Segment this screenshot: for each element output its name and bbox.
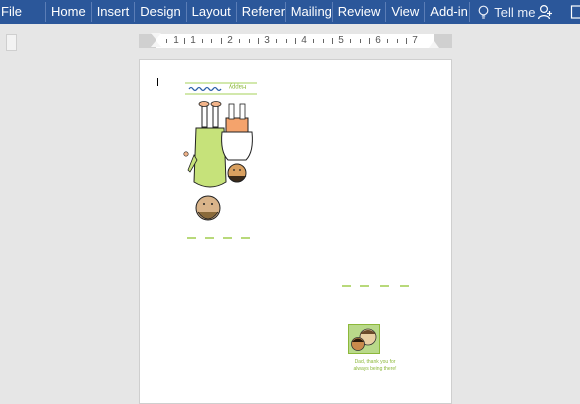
card-dash <box>205 237 214 239</box>
tab-review[interactable]: Review <box>333 0 387 24</box>
tell-me-label: Tell me <box>494 5 535 20</box>
card-dash <box>223 237 232 239</box>
ruler-tick <box>332 38 333 44</box>
card-dash <box>360 285 369 287</box>
tab-mailings[interactable]: Mailing <box>286 0 333 24</box>
card-dash <box>400 285 409 287</box>
ruler-tick <box>387 39 388 43</box>
ruler-tick <box>350 39 351 43</box>
card-dash <box>380 285 389 287</box>
card-dash <box>187 237 196 239</box>
ruler-tick <box>202 39 203 43</box>
tab-home[interactable]: Home <box>46 0 92 24</box>
ruler-tick <box>286 39 287 43</box>
ruler-tick <box>211 39 212 43</box>
tab-layout[interactable]: Layout <box>187 0 237 24</box>
ruler-tick <box>166 39 167 43</box>
share-person-icon[interactable] <box>537 0 553 24</box>
hanging-indent-marker[interactable] <box>151 41 161 47</box>
card-dash <box>342 285 351 287</box>
first-line-indent-marker[interactable] <box>151 33 161 39</box>
ribbon-tab-bar: File Home Insert Design Layout Referer M… <box>0 0 580 24</box>
ruler-tick <box>184 38 185 44</box>
ruler-tick <box>397 39 398 43</box>
tab-references[interactable]: Referer <box>237 0 286 24</box>
ruler-tick <box>406 38 407 44</box>
tell-me-box[interactable]: Tell me <box>470 5 535 20</box>
card-title-text: Happy <box>229 82 246 90</box>
ruler-tick <box>360 39 361 43</box>
lightbulb-icon <box>478 5 489 20</box>
tab-add-ins[interactable]: Add-in <box>425 0 470 24</box>
tab-view[interactable]: View <box>386 0 425 24</box>
ruler-tick <box>249 39 250 43</box>
card-title-banner <box>183 81 259 97</box>
document-page[interactable]: Happy <box>139 59 452 404</box>
tab-design[interactable]: Design <box>135 0 186 24</box>
ruler-number: 5 <box>338 34 344 48</box>
ruler-tick <box>276 39 277 43</box>
ruler-number: 1 <box>173 34 179 48</box>
ruler-tick <box>295 38 296 44</box>
ruler-tick <box>221 38 222 44</box>
ruler-tick <box>239 39 240 43</box>
ruler-number: 7 <box>412 34 418 48</box>
overflow-icon[interactable] <box>570 2 580 22</box>
right-indent-marker[interactable] <box>429 41 439 48</box>
father-child-illustration <box>180 100 260 232</box>
ruler-number: 1 <box>190 34 196 48</box>
ruler-tick <box>323 39 324 43</box>
ruler-tick <box>313 39 314 43</box>
ruler-number: 4 <box>301 34 307 48</box>
tab-insert[interactable]: Insert <box>92 0 136 24</box>
ribbon-collapsed-strip <box>0 24 580 32</box>
tab-file[interactable]: File <box>0 0 46 24</box>
ruler-tick <box>258 38 259 44</box>
ruler-number: 2 <box>227 34 233 48</box>
card-thumbnail-image <box>348 324 380 354</box>
card-dash <box>241 237 250 239</box>
card-message: Dad, thank you for always being there! <box>347 359 403 373</box>
horizontal-ruler[interactable]: 1 1 2 3 4 5 6 7 <box>139 34 452 48</box>
ruler-number: 3 <box>264 34 270 48</box>
text-cursor <box>157 78 158 86</box>
ruler-tick <box>369 38 370 44</box>
ruler-number: 6 <box>375 34 381 48</box>
tab-stop-selector[interactable] <box>6 34 17 51</box>
